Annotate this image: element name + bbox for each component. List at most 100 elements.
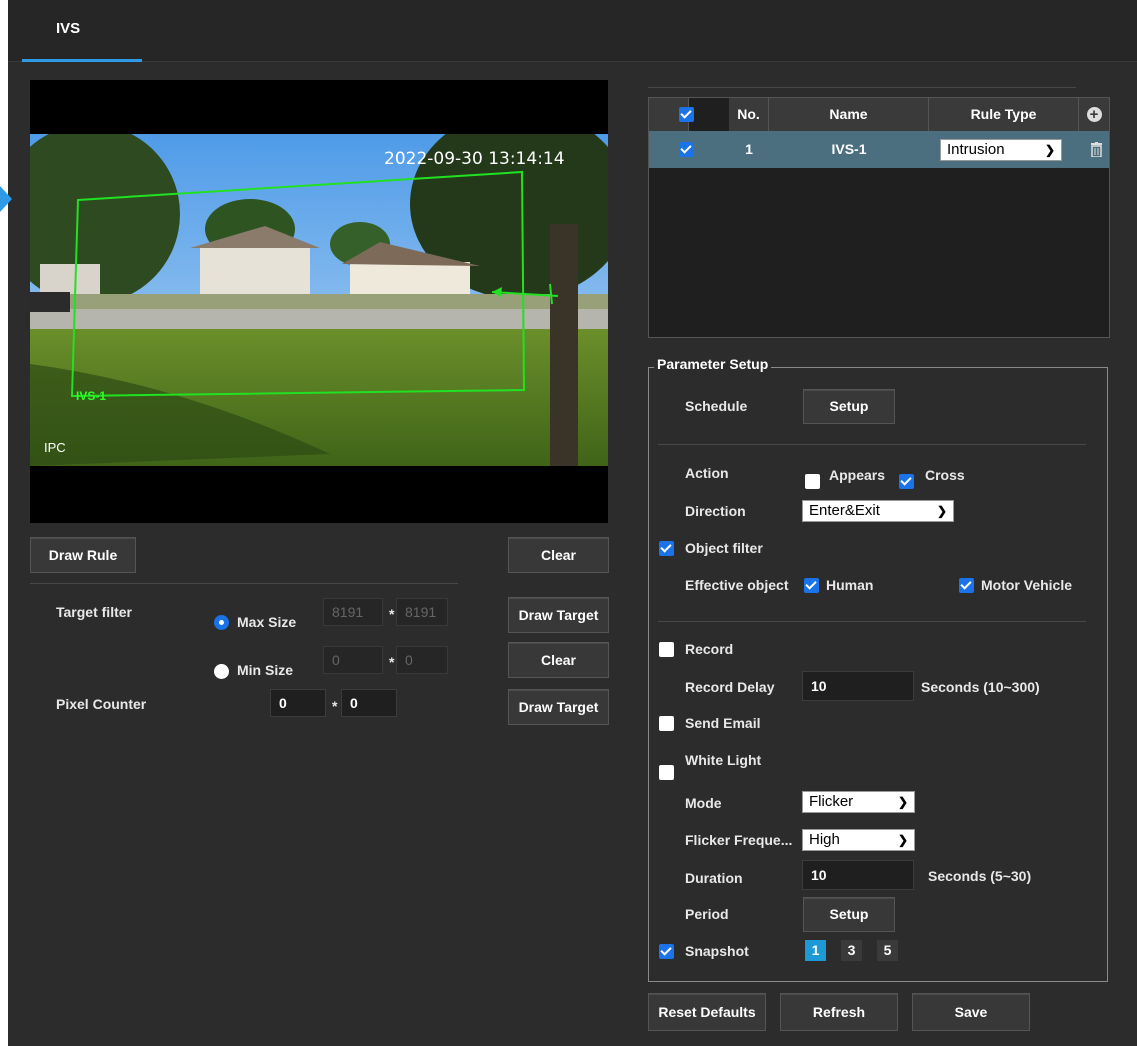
ivs-config-page: IVS 2022-09-30 13:14:14 IVS-1 IPC Draw R… <box>0 0 1137 1046</box>
add-rule-icon[interactable]: + <box>1086 107 1102 122</box>
header-add-cell: + <box>1079 98 1109 131</box>
min-size-radio[interactable] <box>214 664 229 679</box>
header-rule-type: Rule Type <box>929 98 1079 131</box>
select-all-checkbox[interactable] <box>679 107 694 122</box>
video-rule-label: IVS-1 <box>76 389 107 403</box>
refresh-button[interactable]: Refresh <box>780 993 898 1031</box>
snapshot-option-3[interactable]: 3 <box>841 940 862 961</box>
human-label: Human <box>826 577 874 593</box>
clear-target-button[interactable]: Clear <box>508 642 609 678</box>
white-light-label: White Light <box>685 752 762 768</box>
save-button[interactable]: Save <box>912 993 1030 1031</box>
flicker-frequency-label: Flicker Freque... <box>685 832 793 848</box>
pixel-counter-label: Pixel Counter <box>56 696 147 712</box>
duration-input[interactable]: 10 <box>802 860 914 890</box>
object-filter-checkbox[interactable] <box>659 541 674 556</box>
header-no: No. <box>729 98 769 131</box>
motor-vehicle-label: Motor Vehicle <box>981 577 1073 593</box>
object-filter-label: Object filter <box>685 540 763 556</box>
draw-rule-label: Draw Rule <box>48 547 118 563</box>
video-channel-label: IPC <box>44 440 66 455</box>
header-name: Name <box>769 98 929 131</box>
table-row[interactable]: 1 IVS-1 Intrusion ❯ <box>649 131 1109 168</box>
cross-checkbox[interactable] <box>899 474 914 489</box>
param-divider-2 <box>658 621 1086 622</box>
reset-defaults-label: Reset Defaults <box>658 1004 756 1020</box>
snapshot-checkbox[interactable] <box>659 944 674 959</box>
motor-vehicle-checkbox[interactable] <box>959 578 974 593</box>
row-select-checkbox[interactable] <box>679 142 694 157</box>
collapse-handle[interactable] <box>0 186 12 212</box>
clear-rule-button[interactable]: Clear <box>508 537 609 573</box>
max-times-sign: * <box>389 606 395 622</box>
white-light-checkbox[interactable] <box>659 765 674 780</box>
snapshot-option-1[interactable]: 1 <box>805 940 826 961</box>
pixel-width-input[interactable]: 0 <box>270 689 326 717</box>
min-height-input[interactable]: 0 <box>396 646 448 674</box>
direction-select[interactable]: Enter&Exit ❯ <box>802 500 954 522</box>
flicker-frequency-value: High <box>809 831 840 848</box>
appears-label: Appears <box>829 467 886 483</box>
video-preview[interactable]: 2022-09-30 13:14:14 IVS-1 IPC <box>30 80 608 523</box>
min-size-label: Min Size <box>237 662 294 678</box>
clear-rule-label: Clear <box>540 547 577 563</box>
delete-rule-icon[interactable] <box>1091 142 1102 158</box>
pixel-height-input[interactable]: 0 <box>341 689 397 717</box>
duration-label: Duration <box>685 870 743 886</box>
max-size-radio[interactable] <box>214 615 229 630</box>
record-delay-label: Record Delay <box>685 679 775 695</box>
flicker-frequency-select[interactable]: High ❯ <box>802 829 915 851</box>
chevron-down-icon: ❯ <box>936 504 947 518</box>
record-label: Record <box>685 641 734 657</box>
draw-target-label: Draw Target <box>518 607 599 623</box>
max-height-input[interactable]: 8191 <box>396 598 448 626</box>
action-label: Action <box>685 465 729 481</box>
period-setup-label: Setup <box>829 906 869 922</box>
rule-type-value: Intrusion <box>947 141 1005 158</box>
direction-label: Direction <box>685 503 746 519</box>
schedule-setup-button[interactable]: Setup <box>803 389 895 424</box>
send-email-label: Send Email <box>685 715 761 731</box>
refresh-label: Refresh <box>812 1004 866 1020</box>
record-checkbox[interactable] <box>659 642 674 657</box>
period-label: Period <box>685 906 729 922</box>
rule-type-select[interactable]: Intrusion ❯ <box>940 139 1062 161</box>
tab-ivs-label: IVS <box>56 20 81 37</box>
mode-label: Mode <box>685 795 722 811</box>
tab-ivs[interactable]: IVS <box>22 0 142 62</box>
send-email-checkbox[interactable] <box>659 716 674 731</box>
reset-defaults-button[interactable]: Reset Defaults <box>648 993 766 1031</box>
row-name: IVS-1 <box>831 141 867 157</box>
header-select-cell <box>649 98 694 131</box>
clear-target-label: Clear <box>540 652 577 668</box>
human-checkbox[interactable] <box>804 578 819 593</box>
schedule-setup-label: Setup <box>829 398 869 414</box>
schedule-label: Schedule <box>685 398 748 414</box>
draw-target-button[interactable]: Draw Target <box>508 597 609 633</box>
parameter-setup-legend: Parameter Setup <box>654 356 772 372</box>
left-divider <box>30 583 458 584</box>
snapshot-label: Snapshot <box>685 943 749 959</box>
table-top-divider <box>648 87 1076 88</box>
snapshot-option-5[interactable]: 5 <box>877 940 898 961</box>
draw-target-button-2[interactable]: Draw Target <box>508 689 609 725</box>
max-width-input[interactable]: 8191 <box>323 598 383 626</box>
pixel-times-sign: * <box>332 698 338 714</box>
record-delay-input[interactable]: 10 <box>802 671 914 701</box>
max-size-label: Max Size <box>237 614 297 630</box>
duration-unit: Seconds (5~30) <box>928 868 1032 884</box>
direction-value: Enter&Exit <box>809 502 880 519</box>
target-filter-label: Target filter <box>56 604 132 620</box>
row-no: 1 <box>745 141 753 157</box>
draw-target-2-label: Draw Target <box>518 699 599 715</box>
draw-rule-button[interactable]: Draw Rule <box>30 537 136 573</box>
min-width-input[interactable]: 0 <box>323 646 383 674</box>
chevron-down-icon: ❯ <box>1044 143 1055 157</box>
video-timestamp: 2022-09-30 13:14:14 <box>384 149 565 169</box>
period-setup-button[interactable]: Setup <box>803 897 895 932</box>
appears-checkbox[interactable] <box>805 474 820 489</box>
cross-label: Cross <box>925 467 965 483</box>
param-divider-1 <box>658 444 1086 445</box>
effective-object-label: Effective object <box>685 577 789 593</box>
mode-select[interactable]: Flicker ❯ <box>802 791 915 813</box>
